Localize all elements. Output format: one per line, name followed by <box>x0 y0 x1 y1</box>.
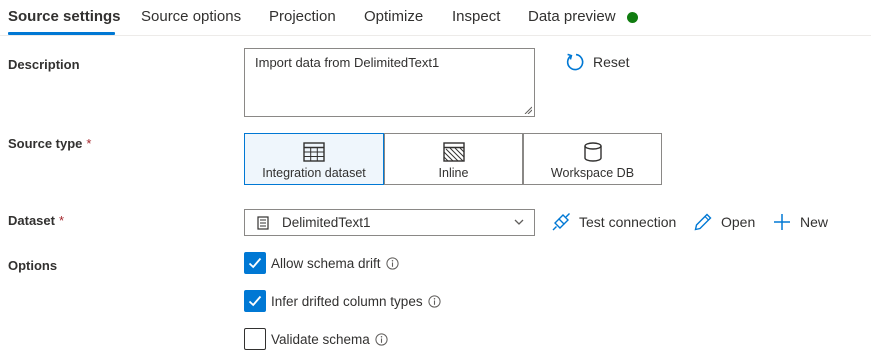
plus-icon <box>774 214 790 230</box>
validate-schema-option: Validate schema <box>244 328 388 350</box>
delimited-text-dataset-icon <box>257 216 269 230</box>
open-button[interactable]: Open <box>693 211 755 233</box>
source-type-label-text: Source type <box>8 136 83 151</box>
description-textarea[interactable]: Import data from DelimitedText1 <box>244 48 535 117</box>
source-type-integration-dataset-label: Integration dataset <box>262 166 366 180</box>
new-button[interactable]: New <box>772 211 828 233</box>
info-icon[interactable] <box>375 332 388 346</box>
infer-drifted-column-types-label: Infer drifted column types <box>271 293 423 309</box>
infer-drifted-column-types-checkbox[interactable] <box>244 290 266 312</box>
reset-button[interactable]: Reset <box>565 52 630 72</box>
required-mark: * <box>58 213 65 228</box>
tab-projection[interactable]: Projection <box>269 8 336 25</box>
chevron-down-icon <box>514 219 524 225</box>
resize-grip-icon[interactable] <box>524 106 532 114</box>
allow-schema-drift-option: Allow schema drift <box>244 252 399 274</box>
description-value: Import data from DelimitedText1 <box>255 55 440 70</box>
source-type-workspace-db[interactable]: Workspace DB <box>523 133 662 185</box>
reset-icon <box>566 53 584 71</box>
source-type-inline-label: Inline <box>438 166 469 180</box>
test-connection-label: Test connection <box>579 214 677 230</box>
validate-schema-checkbox[interactable] <box>244 328 266 350</box>
tab-source-options[interactable]: Source options <box>141 8 241 25</box>
database-icon <box>583 142 602 162</box>
checkmark-icon <box>248 257 262 269</box>
dataset-dropdown[interactable]: DelimitedText1 <box>244 209 535 236</box>
source-type-integration-dataset[interactable]: Integration dataset <box>244 133 384 185</box>
dataset-value: DelimitedText1 <box>282 215 371 230</box>
plug-connection-icon <box>552 213 570 231</box>
source-type-inline[interactable]: Inline <box>384 133 523 185</box>
allow-schema-drift-label: Allow schema drift <box>271 255 381 271</box>
new-label: New <box>800 214 829 230</box>
tab-source-settings[interactable]: Source settings <box>8 8 121 25</box>
open-label: Open <box>721 214 756 230</box>
tab-bar: Source settings Source options Projectio… <box>0 0 871 36</box>
dataset-label-text: Dataset <box>8 213 55 228</box>
source-type-label: Source type * <box>8 136 91 151</box>
pencil-icon <box>694 213 712 231</box>
active-tab-indicator <box>8 32 115 35</box>
test-connection-button[interactable]: Test connection <box>551 211 676 233</box>
table-icon <box>303 142 325 162</box>
tab-inspect[interactable]: Inspect <box>452 8 500 25</box>
required-mark: * <box>86 136 92 151</box>
options-label: Options <box>8 258 58 273</box>
source-type-workspace-db-label: Workspace DB <box>550 166 635 180</box>
reset-label: Reset <box>593 54 630 70</box>
checkmark-icon <box>248 295 262 307</box>
hatched-box-icon <box>442 142 465 162</box>
allow-schema-drift-checkbox[interactable] <box>244 252 266 274</box>
tab-data-preview[interactable]: Data preview <box>528 8 616 25</box>
info-icon[interactable] <box>385 256 399 270</box>
info-icon[interactable] <box>427 294 441 308</box>
data-preview-status-icon <box>627 12 638 23</box>
infer-drifted-column-types-option: Infer drifted column types <box>244 290 441 312</box>
validate-schema-label: Validate schema <box>271 331 370 347</box>
description-label: Description <box>8 57 80 72</box>
dataset-label: Dataset * <box>8 213 64 228</box>
tab-optimize[interactable]: Optimize <box>364 8 423 25</box>
